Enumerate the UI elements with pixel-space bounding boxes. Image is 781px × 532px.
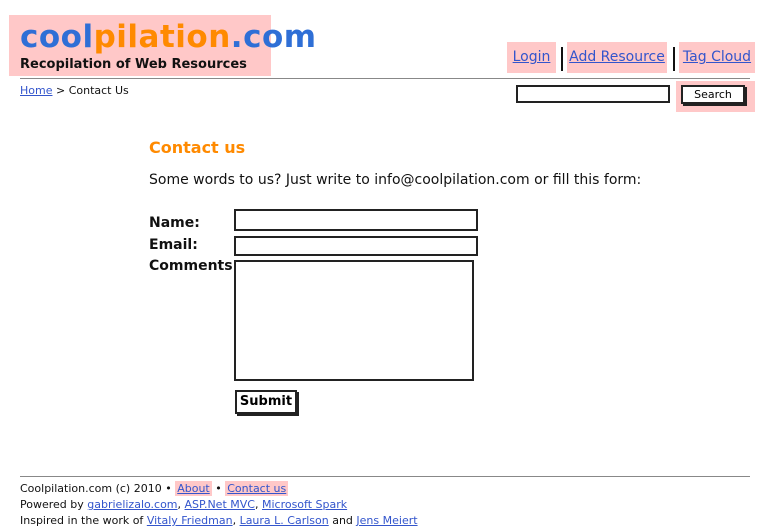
footer-about-link[interactable]: About xyxy=(177,482,210,495)
nav-tag-cloud-link[interactable]: Tag Cloud xyxy=(679,42,755,73)
nav-tag-cloud-bg: Tag Cloud xyxy=(679,42,755,73)
footer-bullet: • xyxy=(215,482,222,495)
site-logo[interactable]: coolpilation.com xyxy=(20,18,317,56)
name-field[interactable] xyxy=(234,209,478,231)
breadcrumb-current: Contact Us xyxy=(68,84,129,97)
logo-part-pilation: pilation xyxy=(93,19,231,55)
footer-powered-line: Powered by gabrielizalo.com, ASP.Net MVC… xyxy=(20,498,347,511)
page-title: Contact us xyxy=(149,138,246,157)
nav-add-resource-link[interactable]: Add Resource xyxy=(567,42,667,73)
logo-part-com: .com xyxy=(230,19,317,55)
search-input[interactable] xyxy=(516,85,670,103)
footer-inspired-label: Inspired in the work of xyxy=(20,514,144,527)
nav-login-bg: Login xyxy=(507,42,556,73)
email-label: Email: xyxy=(149,237,198,253)
footer-divider xyxy=(20,476,750,477)
email-field[interactable] xyxy=(234,236,478,256)
footer-bullet: • xyxy=(165,482,172,495)
footer-copyright-line: Coolpilation.com (c) 2010 • About • Cont… xyxy=(20,481,289,496)
site-tagline: Recopilation of Web Resources xyxy=(20,57,247,72)
footer-inspired-link[interactable]: Vitaly Friedman xyxy=(147,514,233,527)
intro-text: Some words to us? Just write to info@coo… xyxy=(149,172,642,188)
nav-separator xyxy=(561,47,563,71)
footer-comma: , xyxy=(177,498,182,511)
footer-powered-link[interactable]: ASP.Net MVC xyxy=(185,498,255,511)
nav-login-link[interactable]: Login xyxy=(507,42,556,73)
comments-textarea[interactable] xyxy=(234,260,474,381)
footer-powered-link[interactable]: gabrielizalo.com xyxy=(87,498,177,511)
nav-add-resource-bg: Add Resource xyxy=(567,42,667,73)
breadcrumb-home-link[interactable]: Home xyxy=(20,84,52,97)
logo-part-cool: cool xyxy=(20,19,94,55)
footer-copyright: Coolpilation.com (c) 2010 xyxy=(20,482,162,495)
footer-and: and xyxy=(332,514,353,527)
nav-separator xyxy=(673,47,675,71)
footer-inspired-line: Inspired in the work of Vitaly Friedman,… xyxy=(20,514,418,527)
breadcrumb-separator: > xyxy=(52,84,69,97)
footer-inspired-link[interactable]: Laura L. Carlson xyxy=(240,514,329,527)
submit-button[interactable]: Submit xyxy=(235,390,297,414)
header-divider xyxy=(20,78,750,79)
breadcrumb: Home > Contact Us xyxy=(20,84,129,97)
comments-label: Comments: xyxy=(149,258,239,274)
footer-contact-link[interactable]: Contact us xyxy=(227,482,286,495)
name-label: Name: xyxy=(149,215,200,231)
footer-powered-label: Powered by xyxy=(20,498,84,511)
footer-powered-link[interactable]: Microsoft Spark xyxy=(262,498,347,511)
footer-comma: , xyxy=(232,514,237,527)
search-button[interactable]: Search xyxy=(681,85,745,104)
footer-comma: , xyxy=(254,498,259,511)
footer-inspired-link[interactable]: Jens Meiert xyxy=(356,514,417,527)
